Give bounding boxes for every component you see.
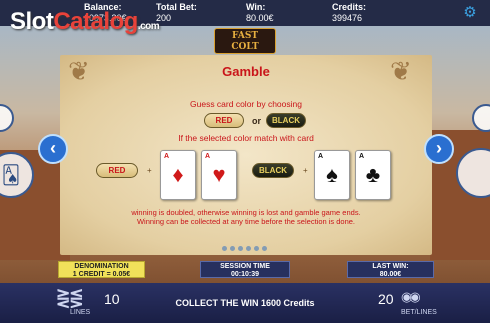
denomination-display: DENOMINATION 1 CREDIT = 0.05€ [58, 261, 145, 278]
gear-icon[interactable]: ⚙ [462, 5, 478, 21]
watermark-part1: Slot [10, 8, 54, 35]
diamond-suit-icon: ♦ [172, 162, 184, 187]
win-label: Win: [246, 2, 266, 12]
lines-label: LINES [70, 309, 91, 316]
total-bet-label: Total Bet: [156, 2, 197, 12]
watermark-suffix: .com [137, 21, 160, 32]
instruction-line2: If the selected color match with card [178, 133, 314, 143]
card-rank: A [318, 153, 324, 160]
plus-sign: + [303, 166, 308, 175]
black-choice-example: BLACK [266, 113, 306, 128]
watermark-part2: Catalog [53, 8, 138, 35]
session-time-label: SESSION TIME [220, 263, 270, 270]
plus-sign: + [147, 166, 152, 175]
or-label: or [252, 116, 261, 126]
denomination-label: DENOMINATION [74, 263, 129, 270]
page-dot [222, 246, 227, 251]
heart-suit-icon: ♥ [212, 162, 226, 187]
card-rank: A [164, 153, 170, 160]
session-time-value: 00:10:39 [230, 271, 260, 278]
game-logo-line2: COLT [231, 42, 259, 52]
page-dot [254, 246, 259, 251]
gamble-title: Gamble [222, 64, 270, 79]
credits-value: 399476 [332, 13, 363, 23]
card-ace-clubs: A ♣ [355, 150, 391, 200]
page-dot [230, 246, 235, 251]
rules-line1: winning is doubled, otherwise winning is… [131, 208, 361, 217]
chevron-right-icon[interactable]: › [424, 134, 454, 164]
red-button[interactable]: RED [96, 163, 138, 178]
last-win-label: LAST WIN: [372, 263, 409, 270]
bottom-bar: ⋛⋚ 10 LINES COLLECT THE WIN 1600 Credits… [0, 283, 490, 323]
card-rank: A [205, 153, 211, 160]
denomination-value: 1 CREDIT = 0.05€ [72, 271, 131, 278]
credits-label: Credits: [332, 2, 367, 12]
game-logo: FAST COLT [214, 28, 276, 54]
card-ace-spades: A ♠ [314, 150, 350, 200]
win-value: 80.00€ [246, 13, 274, 23]
chevron-left-icon[interactable]: ‹ [38, 134, 68, 164]
spade-suit-icon: ♠ [326, 162, 338, 187]
bet-per-line-value: 20 [378, 291, 394, 307]
club-suit-icon: ♣ [365, 162, 381, 187]
game-logo-line1: FAST [231, 31, 259, 41]
card-rank: A [359, 153, 365, 160]
bet-lines-label: BET/LINES [401, 309, 437, 316]
gamble-panel: ❦ ❦ Gamble Guess card color by choosing … [60, 55, 432, 255]
page-dot [262, 246, 267, 251]
black-button[interactable]: BLACK [252, 163, 294, 178]
instruction-line1: Guess card color by choosing [190, 99, 302, 109]
card-ace-hearts: A ♥ [201, 150, 237, 200]
slotcatalog-watermark: SlotCatalog.com [10, 8, 160, 36]
page-indicator [222, 246, 267, 251]
rules-line2: Winning can be collected at any time bef… [136, 217, 356, 226]
chips-icon[interactable]: ◉◉ [401, 289, 433, 305]
card-ace-diamonds: A ♦ [160, 150, 196, 200]
session-time-display: SESSION TIME 00:10:39 [200, 261, 290, 278]
red-choice-example: RED [204, 113, 244, 128]
page-dot [246, 246, 251, 251]
last-win-value: 80.00€ [379, 271, 402, 278]
last-win-display: LAST WIN: 80.00€ [347, 261, 434, 278]
page-dot [238, 246, 243, 251]
